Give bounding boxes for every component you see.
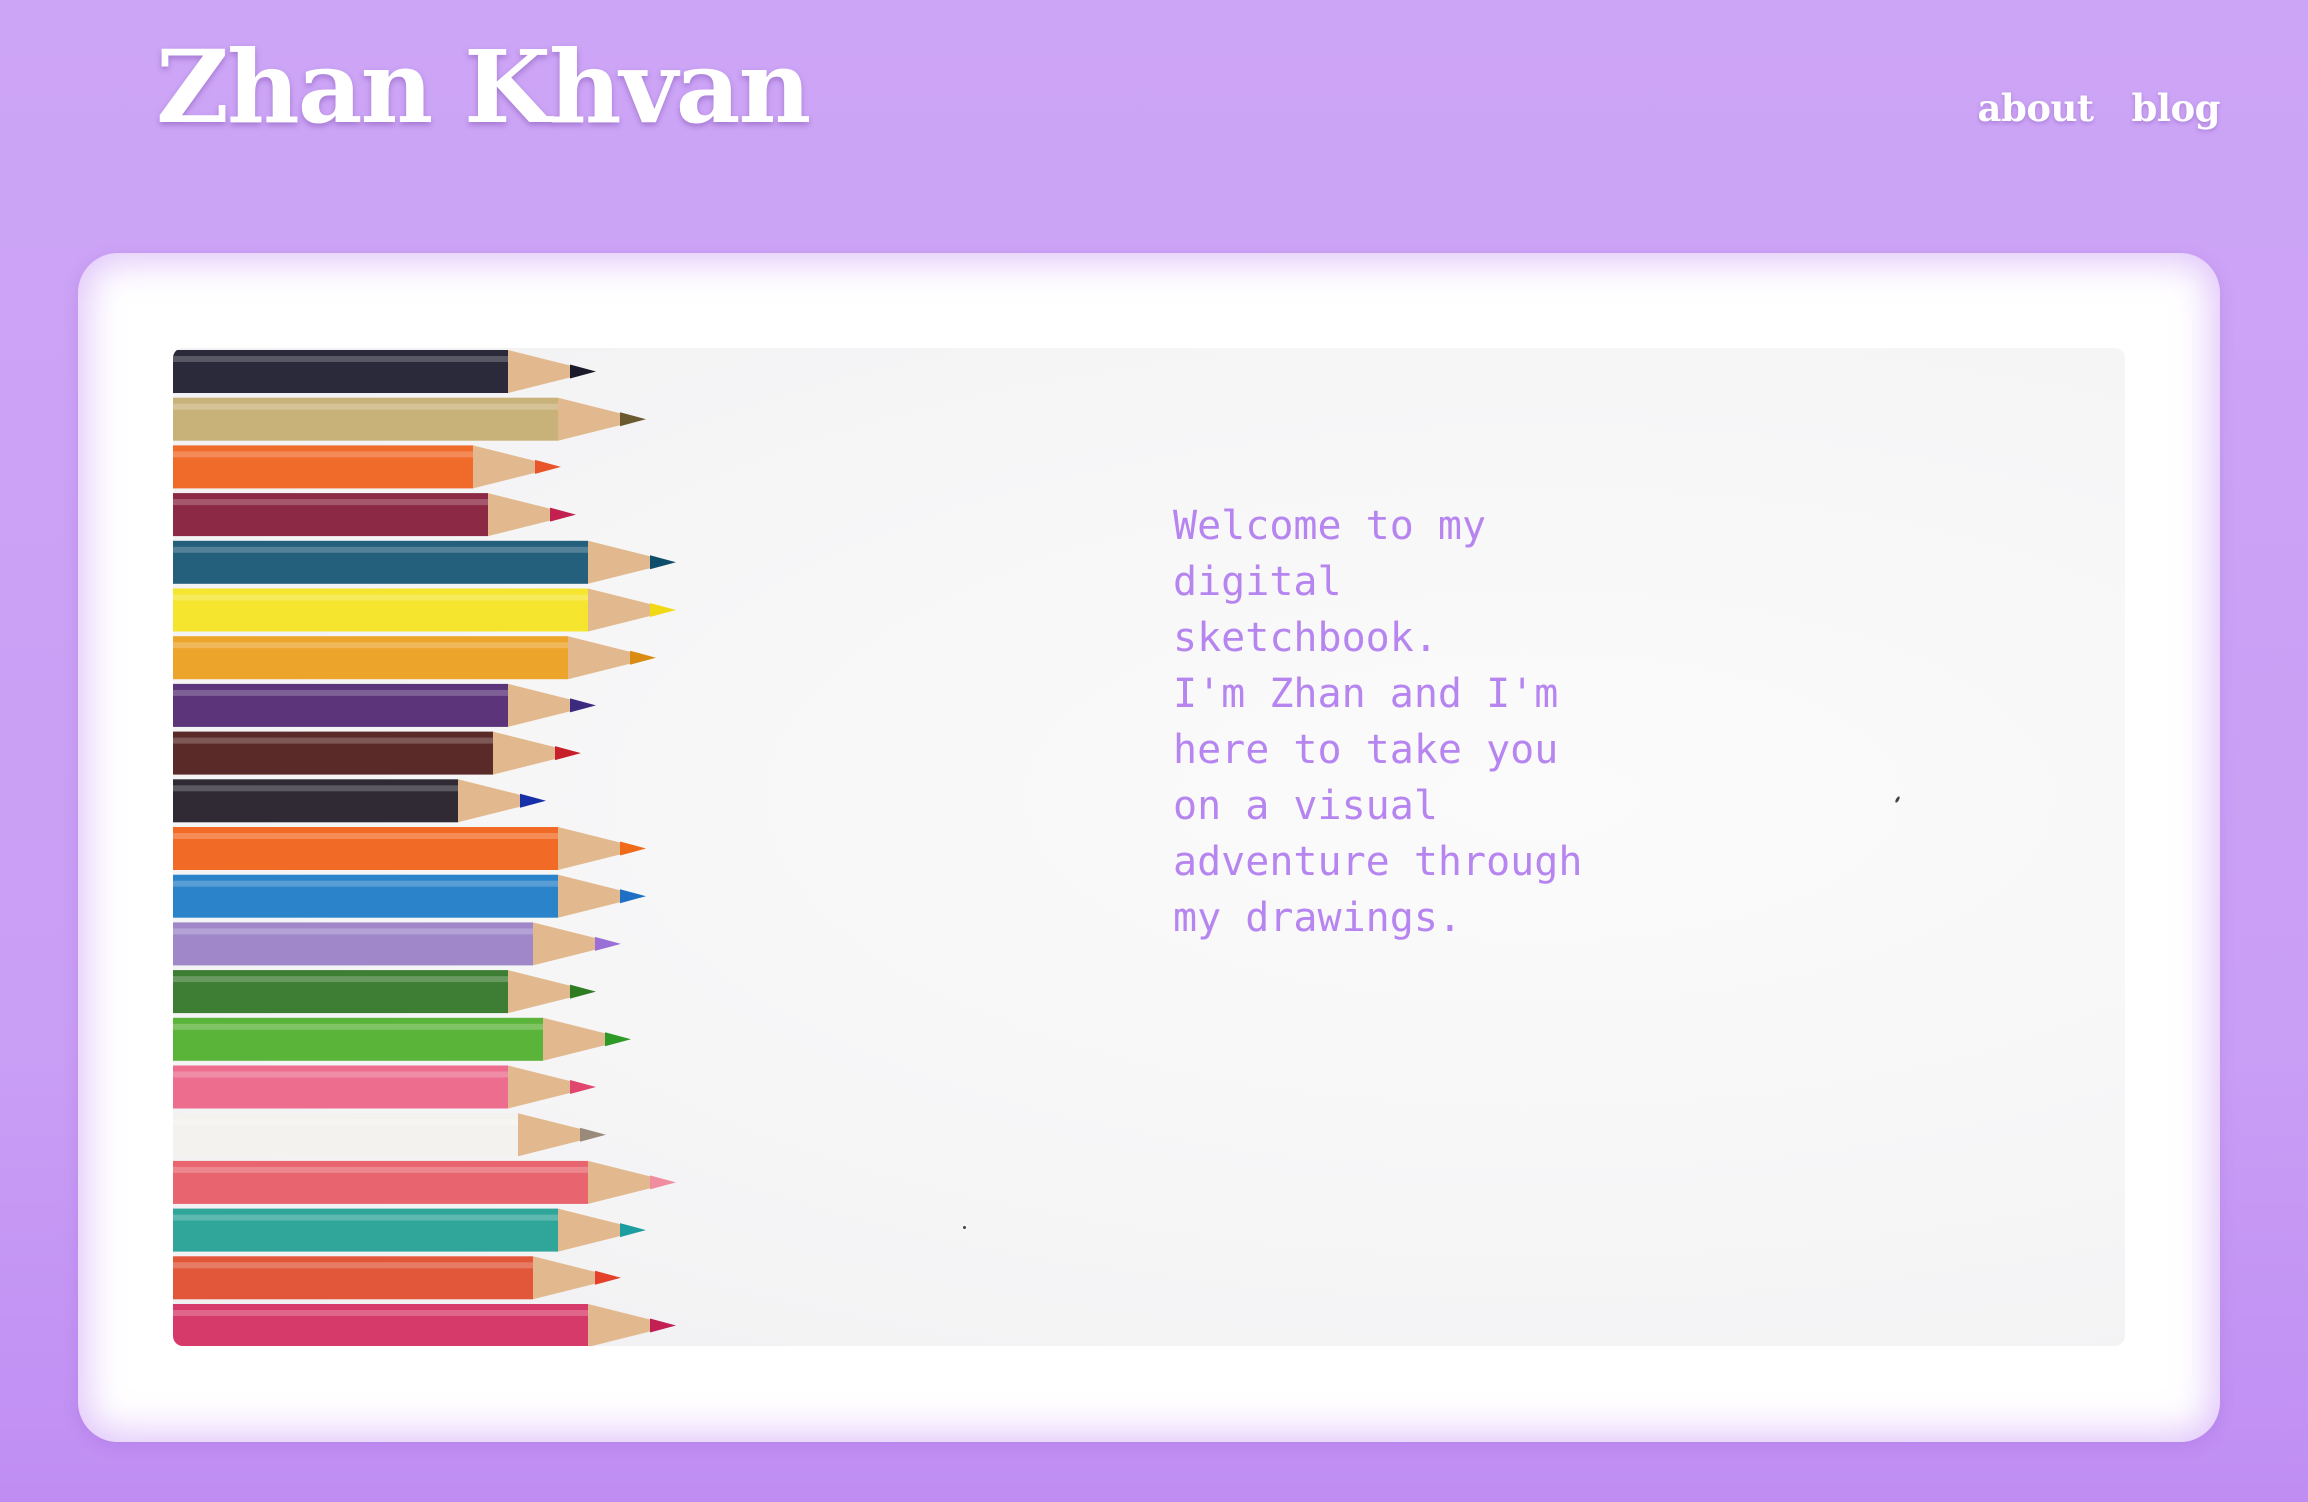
pencil	[173, 350, 596, 393]
pencil	[173, 683, 596, 727]
pencil	[173, 731, 581, 775]
pencil	[173, 540, 676, 584]
nav-link-blog[interactable]: blog	[2132, 86, 2221, 130]
pencil	[173, 1208, 646, 1252]
colored-pencils-image	[173, 350, 676, 1346]
pencil	[173, 445, 561, 489]
nav-link-about[interactable]: about	[1978, 86, 2095, 130]
pencil	[173, 493, 576, 537]
site-title[interactable]: Zhan Khvan	[156, 30, 811, 145]
pencil	[173, 1017, 631, 1061]
pencil	[173, 1065, 596, 1109]
pencil	[173, 779, 546, 823]
pencil	[173, 397, 646, 441]
pencil	[173, 874, 646, 918]
pencil	[173, 827, 646, 870]
hero-banner: Welcome to my digital sketchbook. I'm Zh…	[173, 348, 2125, 1346]
pencil	[173, 922, 621, 966]
pencil	[173, 588, 676, 632]
pencil	[173, 1304, 676, 1346]
paper-speck	[963, 1226, 966, 1229]
main-nav: about blog	[1978, 86, 2221, 130]
pencil	[173, 1113, 606, 1157]
paper-speck	[1894, 795, 1901, 804]
pencil	[173, 1256, 621, 1300]
pencil	[173, 970, 596, 1014]
pencil	[173, 636, 656, 680]
welcome-text: Welcome to my digital sketchbook. I'm Zh…	[1173, 503, 1583, 941]
pencil	[173, 1160, 676, 1204]
